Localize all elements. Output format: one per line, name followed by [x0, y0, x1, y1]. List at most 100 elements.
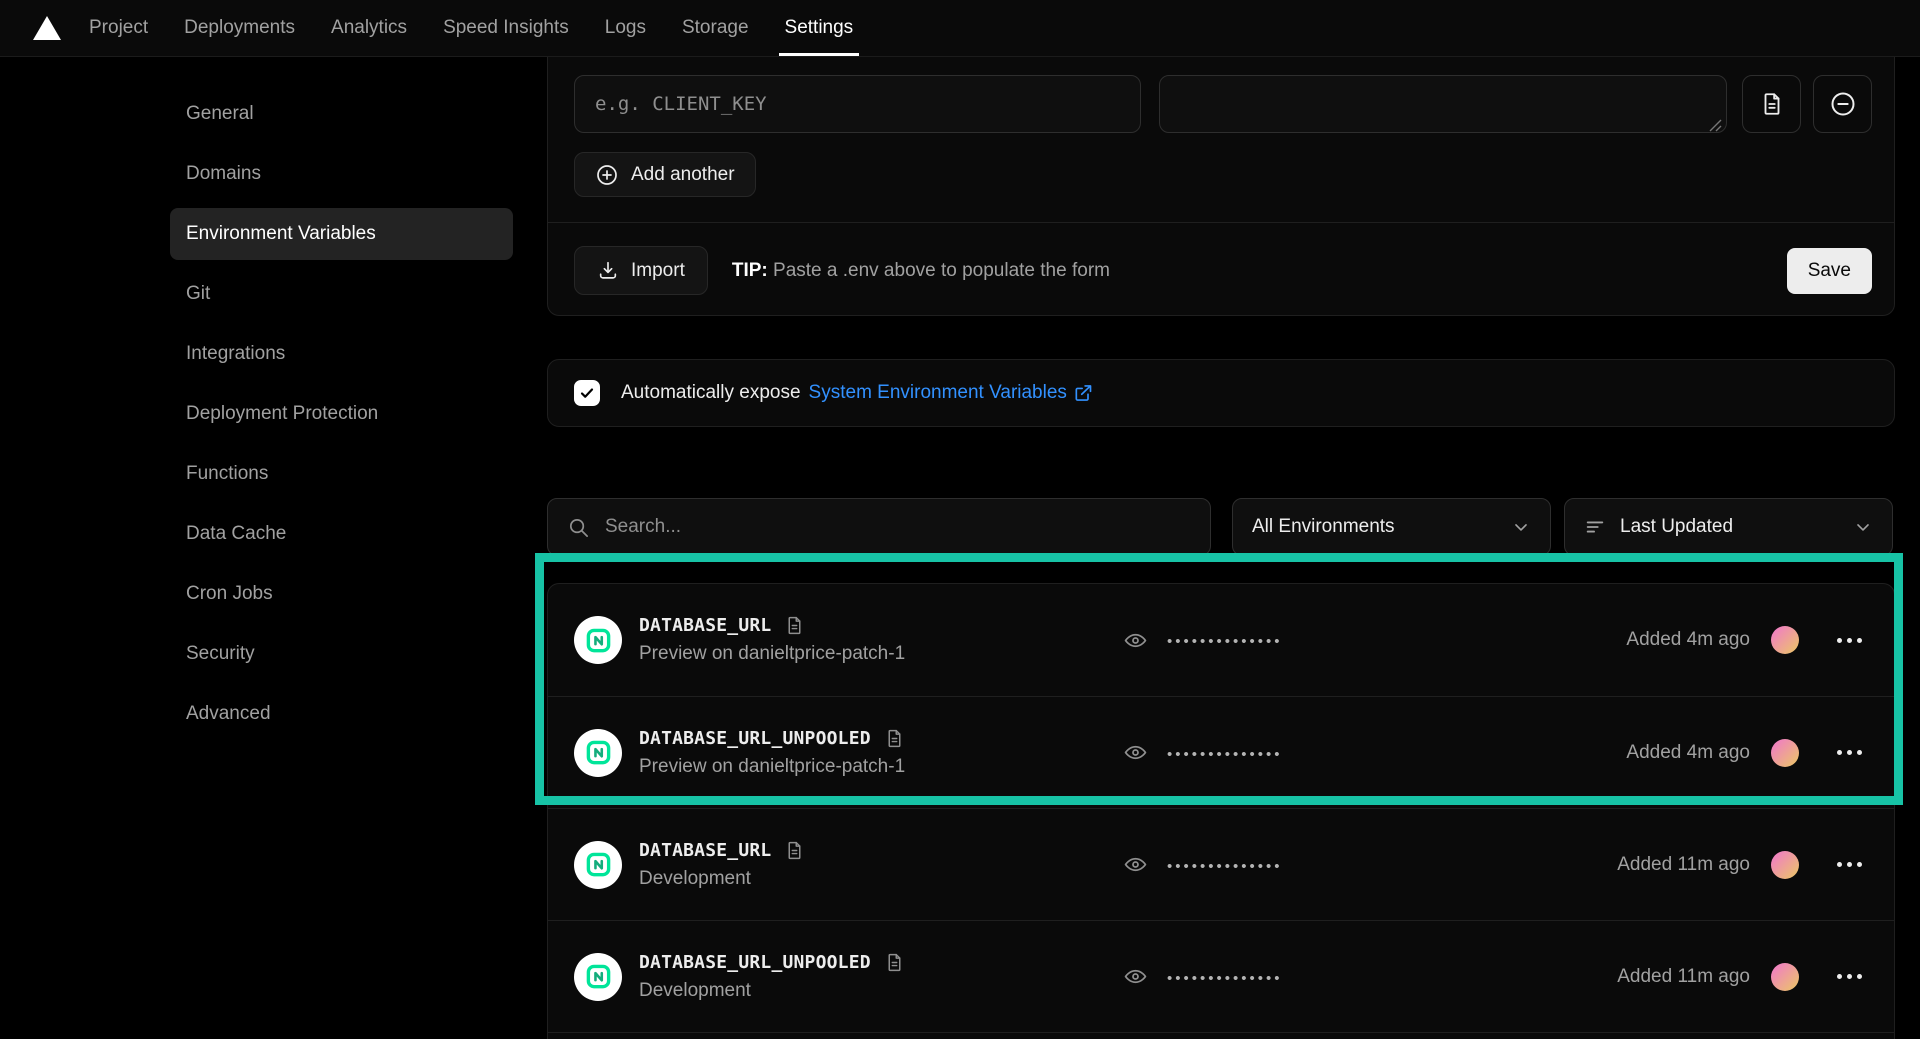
env-var-row-partial — [548, 1032, 1894, 1039]
paste-env-file-button[interactable] — [1742, 75, 1801, 133]
sort-lines-icon — [1584, 516, 1606, 538]
sidebar-item-domains[interactable]: Domains — [170, 148, 513, 200]
neon-integration-badge — [574, 616, 622, 664]
sidebar-item-functions[interactable]: Functions — [170, 448, 513, 500]
row-actions-menu-button[interactable] — [1835, 744, 1864, 761]
copy-note-icon[interactable] — [884, 728, 905, 749]
sort-filter-value: Last Updated — [1620, 516, 1839, 538]
env-var-name: DATABASE_URL_UNPOOLED — [639, 952, 871, 973]
remove-row-button[interactable] — [1813, 75, 1872, 133]
sidebar-item-git[interactable]: Git — [170, 268, 513, 320]
add-another-label: Add another — [631, 164, 735, 186]
reveal-value-eye-icon[interactable] — [1123, 628, 1148, 653]
env-var-form-card: Add another Import TIP: Paste a .env abo… — [547, 57, 1895, 316]
neon-logo-icon — [585, 627, 612, 654]
sidebar-item-deployment-protection[interactable]: Deployment Protection — [170, 388, 513, 440]
environment-filter-select[interactable]: All Environments — [1232, 498, 1551, 556]
download-icon — [597, 260, 619, 282]
vercel-logo[interactable] — [33, 0, 61, 56]
nav-item-settings[interactable]: Settings — [785, 0, 854, 56]
system-env-link-text: System Environment Variables — [809, 382, 1067, 404]
neon-logo-icon — [585, 851, 612, 878]
reveal-value-eye-icon[interactable] — [1123, 964, 1148, 989]
sidebar-item-security[interactable]: Security — [170, 628, 513, 680]
nav-item-speed-insights[interactable]: Speed Insights — [443, 0, 569, 56]
sort-filter-select[interactable]: Last Updated — [1564, 498, 1893, 556]
env-var-environment: Preview on danieltprice-patch-1 — [639, 643, 905, 665]
resize-handle-icon[interactable] — [1709, 119, 1722, 132]
env-var-name: DATABASE_URL — [639, 615, 771, 636]
save-button[interactable]: Save — [1787, 248, 1872, 294]
import-button[interactable]: Import — [574, 246, 708, 295]
sidebar-item-cron-jobs[interactable]: Cron Jobs — [170, 568, 513, 620]
neon-logo-icon — [585, 739, 612, 766]
env-var-environment: Preview on danieltprice-patch-1 — [639, 756, 905, 778]
sidebar-item-general[interactable]: General — [170, 88, 513, 140]
copy-note-icon[interactable] — [784, 615, 805, 636]
nav-item-storage[interactable]: Storage — [682, 0, 749, 56]
env-value-input[interactable] — [1159, 75, 1727, 133]
search-icon — [567, 516, 590, 539]
sidebar-item-integrations[interactable]: Integrations — [170, 328, 513, 380]
copy-note-icon[interactable] — [884, 952, 905, 973]
env-var-environment: Development — [639, 868, 805, 890]
row-actions-menu-button[interactable] — [1835, 968, 1864, 985]
neon-logo-icon — [585, 963, 612, 990]
row-actions-menu-button[interactable] — [1835, 856, 1864, 873]
added-timestamp: Added 11m ago — [1617, 966, 1750, 988]
neon-integration-badge — [574, 729, 622, 777]
chevron-down-icon — [1511, 517, 1531, 537]
expose-text: Automatically expose — [621, 382, 801, 404]
copy-note-icon[interactable] — [784, 840, 805, 861]
env-var-row[interactable]: DATABASE_URL Preview on danieltprice-pat… — [548, 584, 1894, 696]
env-variables-table: DATABASE_URL Preview on danieltprice-pat… — [547, 583, 1895, 1039]
expose-checkbox[interactable] — [574, 380, 600, 406]
masked-value: •••••••••••••• — [1167, 967, 1283, 987]
env-var-environment: Development — [639, 980, 905, 1002]
env-var-row[interactable]: DATABASE_URL Development •••••••••••••• — [548, 808, 1894, 920]
search-box[interactable] — [547, 498, 1211, 556]
checkmark-icon — [579, 385, 595, 401]
user-avatar[interactable] — [1771, 739, 1799, 767]
masked-value: •••••••••••••• — [1167, 630, 1283, 650]
reveal-value-eye-icon[interactable] — [1123, 740, 1148, 765]
minus-circle-icon — [1829, 90, 1857, 118]
neon-integration-badge — [574, 953, 622, 1001]
added-timestamp: Added 4m ago — [1626, 742, 1750, 764]
settings-sidebar: General Domains Environment Variables Gi… — [0, 57, 547, 1032]
external-link-icon — [1073, 383, 1093, 403]
system-env-variables-link[interactable]: System Environment Variables — [809, 382, 1093, 404]
file-icon — [1759, 91, 1785, 117]
import-tip: TIP: Paste a .env above to populate the … — [732, 260, 1110, 282]
search-input[interactable] — [605, 516, 1191, 538]
filter-row: All Environments Last Updated — [547, 498, 1895, 556]
reveal-value-eye-icon[interactable] — [1123, 852, 1148, 877]
masked-value: •••••••••••••• — [1167, 855, 1283, 875]
env-var-row[interactable]: DATABASE_URL_UNPOOLED Development ••••••… — [548, 920, 1894, 1032]
masked-value: •••••••••••••• — [1167, 743, 1283, 763]
user-avatar[interactable] — [1771, 963, 1799, 991]
env-var-row[interactable]: DATABASE_URL_UNPOOLED Preview on danielt… — [548, 696, 1894, 808]
sidebar-item-environment-variables[interactable]: Environment Variables — [170, 208, 513, 260]
env-key-input[interactable] — [574, 75, 1141, 133]
tip-text: Paste a .env above to populate the form — [768, 260, 1110, 281]
nav-item-logs[interactable]: Logs — [605, 0, 646, 56]
sidebar-item-advanced[interactable]: Advanced — [170, 688, 513, 740]
nav-item-deployments[interactable]: Deployments — [184, 0, 295, 56]
row-actions-menu-button[interactable] — [1835, 632, 1864, 649]
add-another-button[interactable]: Add another — [574, 152, 756, 197]
user-avatar[interactable] — [1771, 626, 1799, 654]
nav-item-project[interactable]: Project — [89, 0, 148, 56]
env-var-name: DATABASE_URL — [639, 840, 771, 861]
nav-item-analytics[interactable]: Analytics — [331, 0, 407, 56]
chevron-down-icon — [1853, 517, 1873, 537]
added-timestamp: Added 4m ago — [1626, 629, 1750, 651]
vercel-triangle-icon — [33, 16, 61, 40]
plus-circle-icon — [595, 163, 619, 187]
user-avatar[interactable] — [1771, 851, 1799, 879]
system-env-card: Automatically expose System Environment … — [547, 359, 1895, 427]
sidebar-item-data-cache[interactable]: Data Cache — [170, 508, 513, 560]
top-nav: Project Deployments Analytics Speed Insi… — [0, 0, 1920, 57]
import-label: Import — [631, 260, 685, 282]
environment-filter-value: All Environments — [1252, 516, 1497, 538]
